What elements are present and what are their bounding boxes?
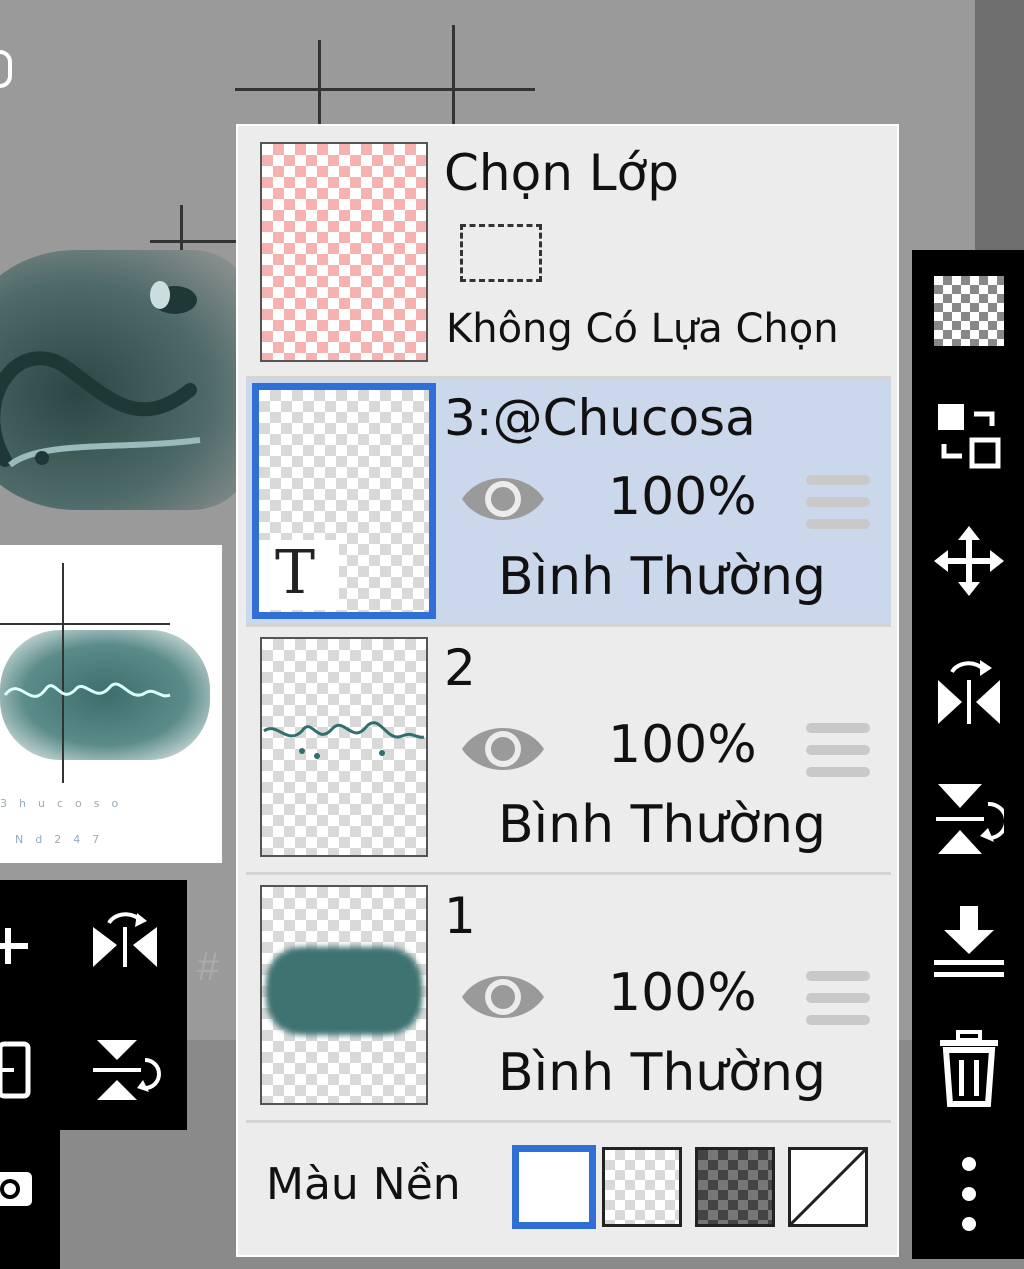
drag-handle-icon[interactable]	[806, 971, 870, 1025]
canvas-mark: #	[197, 945, 220, 989]
selection-marquee-icon	[460, 224, 542, 282]
back-icon[interactable]	[0, 50, 12, 88]
drag-handle-icon[interactable]	[806, 475, 870, 529]
camera-icon[interactable]	[0, 1160, 40, 1220]
layer-opacity[interactable]: 100%	[608, 963, 757, 1023]
layer-name: 3:@Chucosa	[444, 389, 756, 447]
guide-line	[318, 40, 321, 130]
layer-name: 2	[444, 639, 476, 697]
layer-thumbnail	[260, 637, 428, 857]
layer-opacity[interactable]: 100%	[608, 467, 757, 527]
flip-horizontal-icon[interactable]	[85, 905, 165, 985]
layer-row[interactable]: T 3:@Chucosa 100% Bình Thường	[246, 379, 891, 624]
selection-layer-row[interactable]: Chọn Lớp Không Có Lựa Chọn	[246, 126, 891, 376]
background-color-row: Màu Nền	[246, 1123, 891, 1251]
transparency-checker-icon[interactable]	[934, 276, 1004, 346]
left-toolbar	[0, 880, 187, 1130]
layer-blend-mode[interactable]: Bình Thường	[498, 795, 826, 855]
visibility-eye-icon[interactable]	[460, 469, 546, 529]
canvas-artwork	[0, 250, 250, 510]
selection-layer-thumbnail	[260, 142, 428, 362]
guide-line	[150, 240, 240, 243]
canvas-preview: 3hucoso Nd247	[0, 545, 222, 863]
background-transparent-dark-swatch[interactable]	[695, 1147, 775, 1227]
drag-handle-icon[interactable]	[806, 723, 870, 777]
flip-horizontal-icon[interactable]	[934, 650, 1004, 730]
flip-vertical-icon[interactable]	[934, 778, 1004, 858]
layer-opacity[interactable]: 100%	[608, 715, 757, 775]
selection-layer-title: Chọn Lớp	[444, 144, 679, 202]
swap-layer-icon[interactable]	[934, 400, 1004, 470]
background-white-swatch[interactable]	[512, 1145, 596, 1229]
guide-line	[235, 88, 535, 91]
guide-line	[452, 25, 455, 130]
background-label: Màu Nền	[266, 1159, 461, 1210]
layer-thumbnail	[260, 885, 428, 1105]
visibility-eye-icon[interactable]	[460, 719, 546, 779]
merge-down-icon[interactable]	[934, 902, 1004, 982]
layers-panel: Chọn Lớp Không Có Lựa Chọn T 3:@Chucosa …	[236, 124, 899, 1257]
right-toolbar	[912, 250, 1024, 1259]
canvas-edge	[975, 0, 1024, 250]
layer-row[interactable]: 2 100% Bình Thường	[246, 627, 891, 872]
background-transparent-light-swatch[interactable]	[602, 1147, 682, 1227]
add-layer-icon[interactable]	[0, 910, 40, 980]
layer-blend-mode[interactable]: Bình Thường	[498, 547, 826, 607]
selection-status: Không Có Lựa Chọn	[446, 306, 839, 352]
background-none-swatch[interactable]	[788, 1147, 868, 1227]
flip-vertical-icon[interactable]	[85, 1030, 165, 1110]
left-toolbar-bottom	[0, 1130, 60, 1269]
layer-row[interactable]: 1 100% Bình Thường	[246, 875, 891, 1120]
trash-icon[interactable]	[934, 1030, 1004, 1110]
text-layer-icon: T	[275, 538, 316, 608]
layer-blend-mode[interactable]: Bình Thường	[498, 1043, 826, 1103]
move-icon[interactable]	[934, 526, 1004, 596]
visibility-eye-icon[interactable]	[460, 967, 546, 1027]
layer-thumbnail: T	[252, 383, 436, 619]
more-vert-icon[interactable]	[934, 1154, 1004, 1234]
duplicate-layer-icon[interactable]	[0, 1030, 40, 1110]
layer-name: 1	[444, 887, 476, 945]
